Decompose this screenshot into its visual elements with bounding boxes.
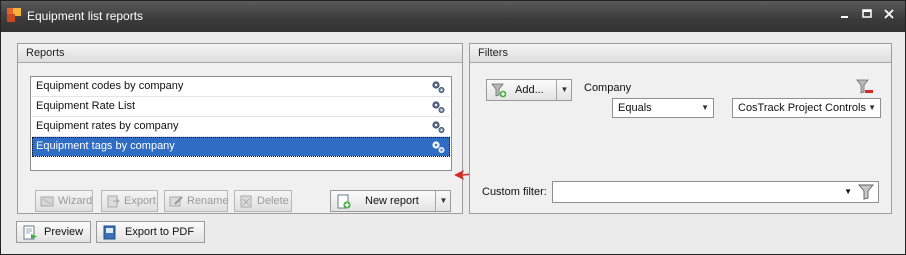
export-pdf-label: Export to PDF [125,226,195,238]
preview-icon [23,225,37,240]
title-bar[interactable]: Equipment list reports [1,1,905,32]
operator-select[interactable]: Equals ▼ [612,98,714,118]
filters-panel: Filters Add... ▼ Company Equals ▼ CosTra… [469,43,892,214]
delete-icon [240,195,252,208]
equipment-list-reports-window: Equipment list reports Reports Equipment… [0,0,906,255]
operator-value: Equals [618,102,652,114]
add-filter-label: Add... [515,84,544,96]
chevron-down-icon[interactable]: ▼ [701,99,709,117]
company-select[interactable]: CosTrack Project Controls ▼ [732,98,881,118]
add-filter-icon [491,83,507,98]
rename-icon [169,196,183,207]
chevron-down-icon[interactable]: ▼ [435,191,451,211]
reports-panel: Reports Equipment codes by company Equip… [17,43,463,214]
export-icon [107,195,120,208]
report-item[interactable]: Equipment Rate List [32,97,450,117]
maximize-icon[interactable] [859,9,875,23]
gears-icon [432,141,445,153]
app-icon [7,8,21,22]
rename-button[interactable]: Rename [164,190,229,212]
custom-filter-input[interactable]: ▼ [552,181,879,203]
export-label: Export [124,195,156,207]
delete-button[interactable]: Delete [234,190,292,212]
pdf-icon [103,225,116,240]
close-icon[interactable] [881,9,897,23]
minimize-icon[interactable] [837,9,853,23]
preview-button[interactable]: Preview [16,221,91,243]
new-report-icon [337,194,351,209]
new-report-label: New report [365,195,419,207]
chevron-down-icon[interactable]: ▼ [844,183,852,201]
report-item[interactable]: Equipment rates by company [32,117,450,137]
company-value: CosTrack Project Controls [738,102,866,114]
report-item-label: Equipment codes by company [36,80,184,92]
delete-label: Delete [257,195,289,207]
reports-header: Reports [18,44,462,63]
add-filter-split-button[interactable]: Add... ▼ [486,79,572,101]
wizard-icon [40,196,54,207]
window-client-area: Reports Equipment codes by company Equip… [2,32,904,254]
gears-icon [432,121,445,133]
gears-icon [432,101,445,113]
filter-icon[interactable] [858,184,874,200]
company-filter-label: Company [584,82,632,94]
preview-label: Preview [44,226,84,238]
report-item-selected[interactable]: Equipment tags by company [32,137,450,157]
filters-header: Filters [470,44,891,63]
window-title: Equipment list reports [27,9,144,23]
export-pdf-button[interactable]: Export to PDF [96,221,205,243]
report-item-label: Equipment rates by company [36,120,179,132]
remove-filter-icon[interactable] [856,79,874,95]
chevron-down-icon[interactable]: ▼ [556,80,572,100]
report-item[interactable]: Equipment codes by company [32,77,450,97]
report-item-label: Equipment tags by company [36,140,175,152]
custom-filter-label: Custom filter: [482,186,547,198]
chevron-down-icon[interactable]: ▼ [868,99,876,117]
wizard-label: Wizard [58,195,93,207]
gears-icon [432,81,445,93]
export-button[interactable]: Export [101,190,158,212]
report-list[interactable]: Equipment codes by company Equipment Rat… [30,76,452,171]
report-item-label: Equipment Rate List [36,100,136,112]
rename-label: Rename [187,195,229,207]
wizard-button[interactable]: Wizard [35,190,93,212]
new-report-split-button[interactable]: New report ▼ [330,190,451,212]
